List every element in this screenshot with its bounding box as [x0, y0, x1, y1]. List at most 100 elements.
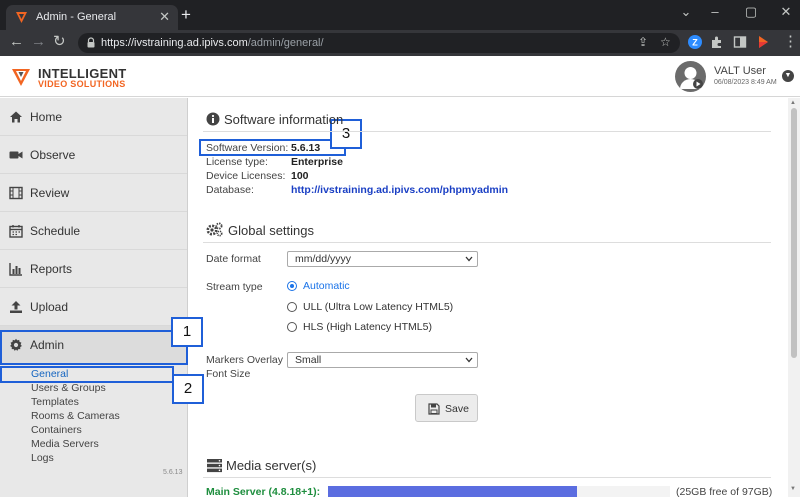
sidebar-subitem-users-groups[interactable]: Users & Groups [31, 382, 106, 394]
zoom-extension-icon[interactable]: Z [688, 35, 702, 49]
device-licenses-label: Device Licenses: [206, 170, 286, 182]
media-server-usage-bar [328, 486, 670, 497]
user-avatar[interactable] [675, 61, 706, 92]
sidebar: Home Observe Review Schedule Reports Upl… [0, 98, 188, 497]
window-maximize-button[interactable]: ▢ [736, 4, 766, 20]
extensions-puzzle-icon[interactable] [710, 35, 724, 49]
date-format-label: Date format [206, 253, 261, 265]
share-icon[interactable]: ⇪ [638, 35, 648, 49]
sidebar-version: 5.6.13 [163, 469, 183, 476]
tab-close-icon[interactable]: ✕ [159, 9, 170, 25]
gears-icon [206, 222, 223, 237]
window-minimize-button[interactable]: – [700, 4, 730, 19]
window-close-button[interactable]: ✕ [771, 4, 800, 20]
media-server-usage-fill [328, 486, 577, 497]
forward-arrow-icon[interactable]: → [31, 33, 46, 51]
browser-tab-bar: Admin - General ✕ + ⌄ – ▢ ✕ [0, 0, 800, 30]
browser-menu-icon[interactable]: ⋮ [783, 33, 798, 51]
license-type-value: Enterprise [291, 156, 343, 168]
radio-button[interactable] [287, 322, 297, 332]
sidebar-subitem-logs[interactable]: Logs [31, 452, 54, 464]
scroll-thumb[interactable] [791, 108, 797, 358]
scroll-up-arrow-icon[interactable]: ▲ [790, 100, 796, 106]
floppy-disk-icon [428, 403, 440, 415]
sidebar-subitem-rooms-cameras[interactable]: Rooms & Cameras [31, 410, 120, 422]
sidebar-item-upload[interactable]: Upload [0, 288, 187, 326]
sidebar-item-label: Observe [30, 148, 76, 162]
tab-search-icon[interactable]: ⌄ [671, 4, 701, 20]
ivs-logo-icon [12, 69, 30, 86]
callout-highlight-admin [0, 330, 188, 365]
valt-favicon-icon [16, 12, 27, 23]
section-divider [203, 242, 771, 243]
server-icon [207, 459, 222, 473]
sidebar-item-home[interactable]: Home [0, 98, 187, 136]
svg-text:Z: Z [692, 38, 698, 48]
user-silhouette-icon [680, 67, 703, 89]
film-icon [9, 186, 23, 200]
scroll-down-arrow-icon[interactable]: ▼ [790, 486, 796, 492]
chevron-down-icon [465, 256, 473, 262]
license-type-label: License type: [206, 156, 268, 168]
sidebar-subitem-templates[interactable]: Templates [31, 396, 79, 408]
browser-tab[interactable]: Admin - General ✕ [6, 5, 178, 30]
brand-tagline: VIDEO SOLUTIONS [38, 79, 126, 89]
radio-button[interactable] [287, 302, 297, 312]
lock-icon [87, 37, 95, 48]
radio-button-checked[interactable] [287, 281, 297, 291]
sidebar-item-review[interactable]: Review [0, 174, 187, 212]
markers-overlay-label: Markers Overlay [206, 354, 284, 366]
sidebar-subitem-media-servers[interactable]: Media Servers [31, 438, 99, 450]
url-text: https://ivstraining.ad.ipivs.com/admin/g… [101, 37, 324, 49]
section-divider [203, 477, 771, 478]
upload-icon [10, 301, 22, 313]
sidebar-item-label: Review [30, 186, 70, 200]
sidebar-item-label: Home [30, 110, 63, 124]
database-link[interactable]: http://ivstraining.ad.ipivs.com/phpmyadm… [291, 184, 508, 196]
user-name: VALT User [714, 65, 766, 77]
markers-font-size-value: Small [295, 354, 322, 366]
callout-number-1: 1 [171, 317, 203, 347]
sidebar-item-schedule[interactable]: Schedule [0, 212, 187, 250]
chevron-down-icon [465, 357, 473, 363]
side-panel-icon[interactable] [733, 35, 747, 49]
callout-highlight-general [0, 366, 174, 383]
user-menu-chevron-icon[interactable]: ▼ [782, 70, 794, 82]
callout-number-2: 2 [172, 374, 204, 404]
browser-toolbar: ← → ↻ https://ivstraining.ad.ipivs.com/a… [0, 30, 800, 56]
stream-option-label: HLS (High Latency HTML5) [303, 321, 432, 333]
section-divider [203, 131, 771, 132]
sidebar-item-label: Schedule [30, 224, 81, 238]
back-arrow-icon[interactable]: ← [9, 33, 24, 51]
bookmark-star-icon[interactable]: ☆ [660, 35, 671, 49]
sidebar-subitem-containers[interactable]: Containers [31, 424, 82, 436]
markers-font-size-select[interactable]: Small [287, 352, 478, 368]
sidebar-item-label: Reports [30, 262, 73, 276]
new-tab-button[interactable]: + [181, 6, 191, 23]
stream-option-label: Automatic [303, 280, 350, 292]
date-format-value: mm/dd/yyyy [295, 253, 352, 265]
media-server-free-space: (25GB free of 97GB) [676, 486, 773, 497]
sidebar-item-reports[interactable]: Reports [0, 250, 187, 288]
save-button[interactable]: Save [415, 394, 478, 422]
main-scrollbar[interactable]: ▲ ▼ [788, 98, 800, 497]
url-host: https://ivstraining.ad.ipivs.com [101, 37, 248, 49]
reload-icon[interactable]: ↻ [53, 33, 66, 51]
sidebar-item-label: Upload [30, 300, 69, 314]
device-licenses-value: 100 [291, 170, 309, 182]
save-button-label: Save [445, 403, 469, 415]
database-label: Database: [206, 184, 254, 196]
media-extension-icon[interactable] [756, 35, 770, 49]
stream-option-label: ULL (Ultra Low Latency HTML5) [303, 301, 454, 313]
bar-chart-icon [9, 263, 22, 276]
global-settings-title: Global settings [228, 223, 314, 238]
sidebar-item-observe[interactable]: Observe [0, 136, 187, 174]
app-header: INTELLIGENT VIDEO SOLUTIONS VALT User 06… [0, 56, 800, 97]
address-bar[interactable]: https://ivstraining.ad.ipivs.com/admin/g… [78, 33, 680, 53]
calendar-icon [9, 225, 23, 238]
stream-type-label: Stream type [206, 281, 263, 293]
home-icon [10, 111, 22, 123]
date-format-select[interactable]: mm/dd/yyyy [287, 251, 478, 267]
software-version-value: 5.6.13 [291, 142, 321, 154]
tab-title: Admin - General [36, 11, 117, 23]
